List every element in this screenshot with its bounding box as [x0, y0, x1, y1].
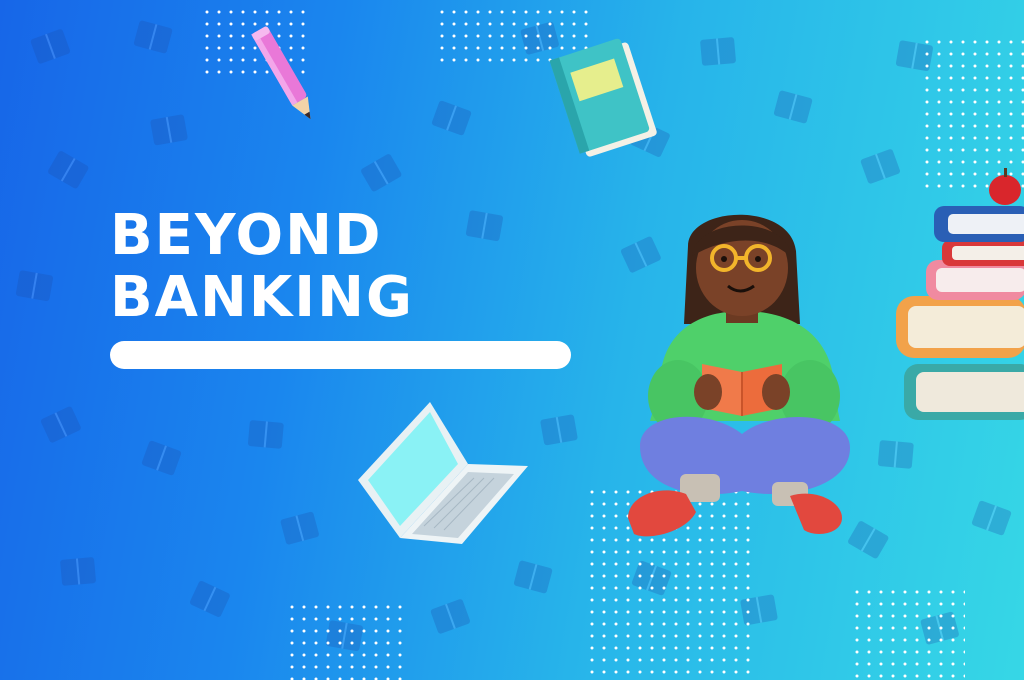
apple-icon — [989, 168, 1021, 205]
pencil-icon — [251, 26, 311, 120]
white-bar — [110, 341, 571, 369]
headline: BEYOND BANKING — [110, 205, 414, 329]
dot-grid-bottom-right — [855, 590, 965, 680]
book-icon — [549, 38, 657, 157]
headline-line-1: BEYOND — [110, 203, 383, 268]
headline-line-2: BANKING — [110, 265, 414, 330]
dot-grid-bottom-left — [290, 605, 410, 680]
banner: BEYOND BANKING — [0, 0, 1024, 680]
laptop-icon — [358, 402, 528, 544]
reading-person-figure — [628, 214, 850, 537]
book-stack-icon — [896, 168, 1024, 420]
book-pattern-background — [14, 19, 1013, 653]
